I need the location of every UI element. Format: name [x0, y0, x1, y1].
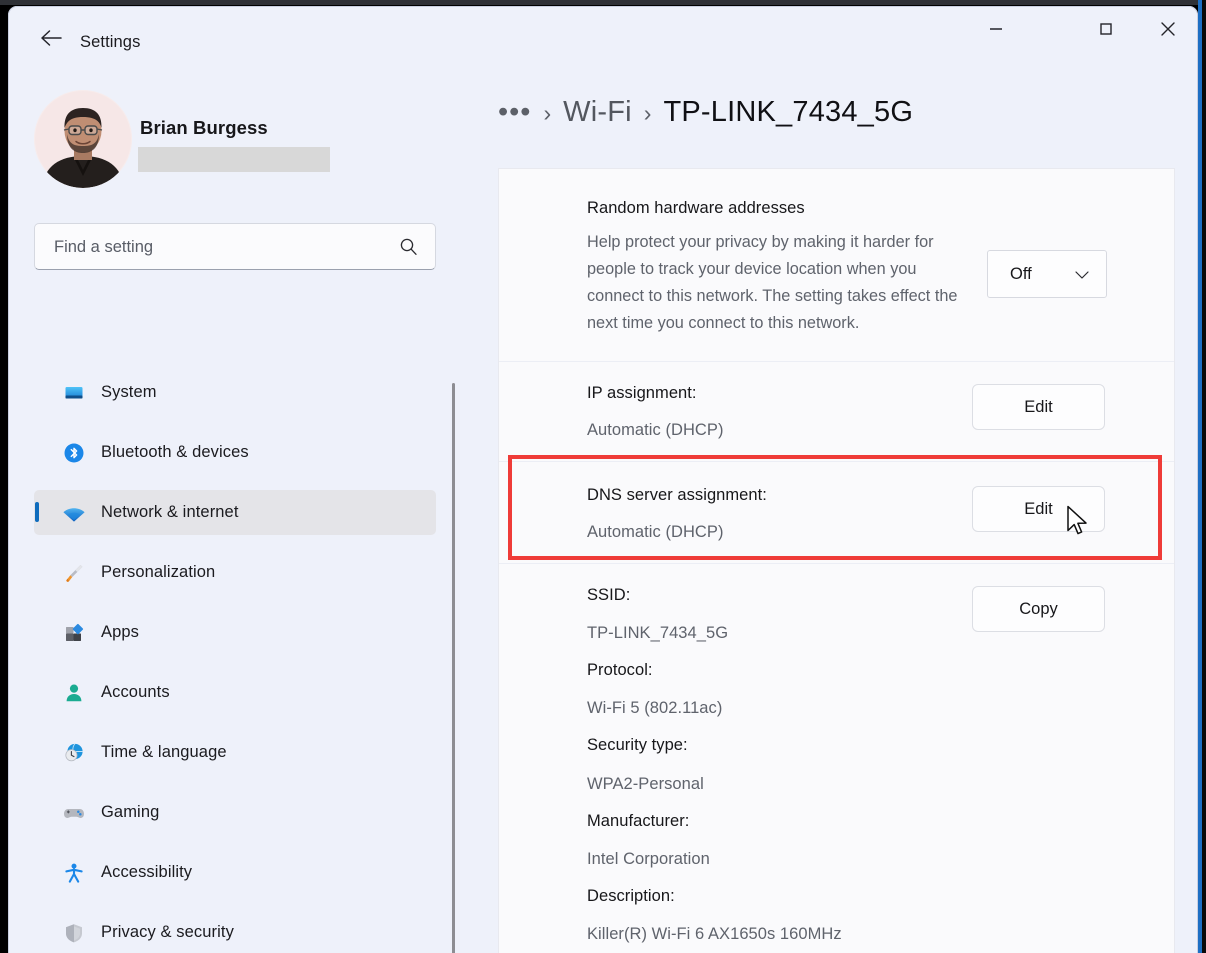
search-icon: [399, 237, 419, 262]
sidebar-item-gaming[interactable]: Gaming: [34, 790, 436, 835]
sidebar-item-label: Apps: [101, 623, 140, 641]
profile-email-redacted: [138, 147, 330, 172]
page-title: TP-LINK_7434_5G: [663, 96, 914, 128]
minimize-icon: [990, 28, 1002, 30]
breadcrumb-link-wifi[interactable]: Wi-Fi: [563, 96, 632, 129]
accessibility-icon: [60, 850, 88, 895]
search-box[interactable]: [34, 223, 436, 271]
breadcrumb-overflow-button[interactable]: •••: [498, 98, 531, 127]
avatar: [34, 90, 132, 188]
back-arrow-icon: [41, 30, 62, 46]
dns-assignment-edit-button[interactable]: Edit: [972, 486, 1105, 532]
sidebar: Brian Burgess Find a setting System Blue…: [8, 68, 466, 953]
detail-value-description-line1: Killer(R) Wi-Fi 6 AX1650s 160MHz: [587, 925, 842, 943]
navigation-list: System Bluetooth & devices Network & int…: [8, 308, 466, 953]
sidebar-scrollbar[interactable]: [452, 383, 455, 953]
detail-label-protocol: Protocol:: [587, 661, 653, 679]
detail-label-ssid: SSID:: [587, 586, 631, 604]
random-hardware-title: Random hardware addresses: [587, 199, 805, 217]
detail-value-ssid: TP-LINK_7434_5G: [587, 624, 729, 642]
bluetooth-icon: [60, 430, 88, 475]
detail-label-description: Description:: [587, 887, 675, 905]
gamepad-icon: [60, 790, 88, 835]
sidebar-item-accounts[interactable]: Accounts: [34, 670, 436, 715]
detail-value-manufacturer: Intel Corporation: [587, 850, 710, 868]
detail-label-security-type: Security type:: [587, 736, 688, 754]
breadcrumb-separator: ›: [643, 100, 652, 126]
back-button[interactable]: [30, 18, 72, 58]
window-right-edge-dark: [1202, 0, 1206, 953]
ip-assignment-label: IP assignment:: [587, 384, 697, 402]
ip-assignment-edit-button[interactable]: Edit: [972, 384, 1105, 430]
sidebar-item-network-internet[interactable]: Network & internet: [34, 490, 436, 535]
monitor-icon: [60, 370, 88, 415]
close-icon: [1161, 22, 1175, 36]
close-button[interactable]: [1145, 6, 1191, 52]
clock-globe-icon: [60, 730, 88, 775]
detail-label-manufacturer: Manufacturer:: [587, 812, 690, 830]
user-profile[interactable]: Brian Burgess: [34, 90, 434, 190]
paintbrush-icon: [60, 550, 88, 595]
sidebar-item-bluetooth-devices[interactable]: Bluetooth & devices: [34, 430, 436, 475]
profile-name: Brian Burgess: [140, 117, 268, 138]
random-hardware-dropdown[interactable]: Off: [987, 250, 1107, 298]
selection-indicator: [35, 502, 39, 522]
breadcrumb: ••• › Wi-Fi › TP-LINK_7434_5G: [498, 96, 913, 146]
sidebar-item-label: Gaming: [101, 803, 160, 821]
ip-assignment-value: Automatic (DHCP): [587, 421, 724, 439]
detail-value-protocol: Wi-Fi 5 (802.11ac): [587, 699, 723, 717]
app-title: Settings: [80, 33, 141, 51]
shield-icon: [60, 910, 88, 953]
apps-icon: [60, 610, 88, 655]
row-dns-server-assignment: DNS server assignment: Automatic (DHCP) …: [499, 462, 1174, 564]
sidebar-item-time-language[interactable]: Time & language: [34, 730, 436, 775]
settings-card: Random hardware addresses Help protect y…: [498, 168, 1175, 953]
copy-button[interactable]: Copy: [972, 586, 1105, 632]
sidebar-item-apps[interactable]: Apps: [34, 610, 436, 655]
row-ip-assignment: IP assignment: Automatic (DHCP) Edit: [499, 362, 1174, 462]
dns-assignment-label: DNS server assignment:: [587, 486, 767, 504]
sidebar-item-system[interactable]: System: [34, 370, 436, 415]
sidebar-item-accessibility[interactable]: Accessibility: [34, 850, 436, 895]
sidebar-item-privacy-security[interactable]: Privacy & security: [34, 910, 436, 953]
minimize-button[interactable]: [973, 6, 1019, 52]
title-bar: Settings: [8, 6, 1198, 68]
sidebar-item-label: System: [101, 383, 157, 401]
random-hardware-description: Help protect your privacy by making it h…: [587, 233, 958, 332]
sidebar-item-personalization[interactable]: Personalization: [34, 550, 436, 595]
dropdown-value: Off: [1010, 264, 1032, 283]
sidebar-item-label: Network & internet: [101, 503, 239, 521]
sidebar-item-label: Accounts: [101, 683, 170, 701]
search-input[interactable]: [52, 224, 376, 271]
row-network-details: Copy SSID: TP-LINK_7434_5G Protocol: Wi-…: [499, 564, 1174, 953]
sidebar-item-label: Time & language: [101, 743, 227, 761]
maximize-button[interactable]: [1083, 6, 1129, 52]
wifi-icon: [60, 490, 88, 535]
sidebar-item-label: Privacy & security: [101, 923, 234, 941]
breadcrumb-separator: ›: [543, 100, 552, 126]
dns-assignment-value: Automatic (DHCP): [587, 523, 724, 541]
row-random-hardware-addresses: Random hardware addresses Help protect y…: [499, 169, 1174, 362]
person-icon: [60, 670, 88, 715]
detail-value-security-type: WPA2-Personal: [587, 775, 704, 793]
window-top-edge: [0, 0, 1206, 5]
settings-window: Settings Brian Burgess Find a setting Sy…: [8, 6, 1198, 953]
main-content: ••• › Wi-Fi › TP-LINK_7434_5G Random har…: [466, 68, 1198, 953]
sidebar-item-label: Bluetooth & devices: [101, 443, 249, 461]
sidebar-item-label: Personalization: [101, 563, 216, 581]
chevron-down-icon: [1074, 268, 1090, 286]
maximize-icon: [1100, 23, 1112, 35]
sidebar-item-label: Accessibility: [101, 863, 193, 881]
